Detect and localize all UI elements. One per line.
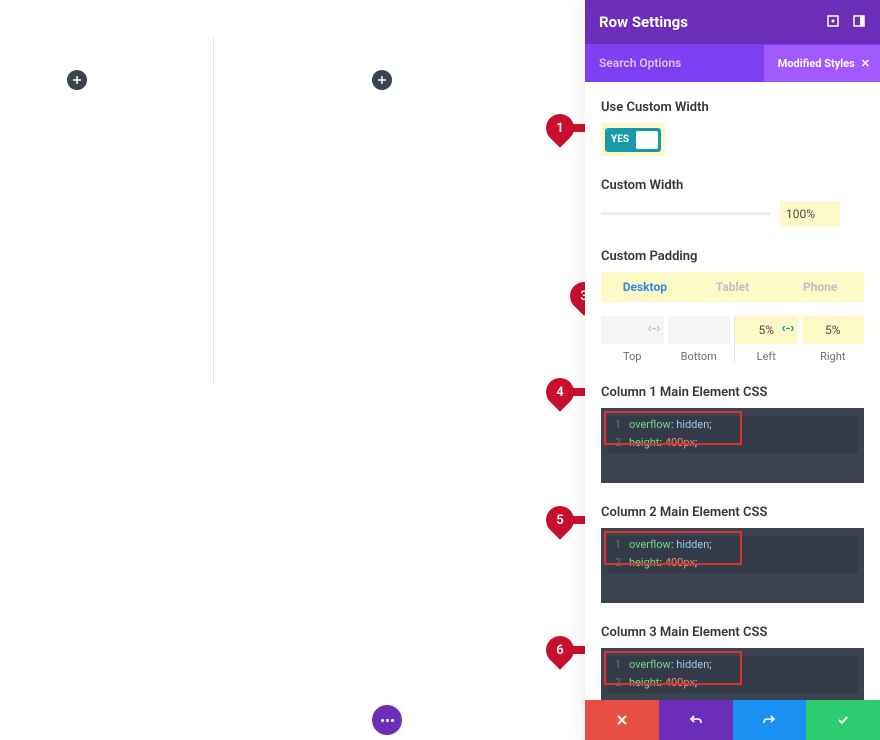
callout-marker: 6 <box>546 636 590 664</box>
padding-side-label: Top <box>601 350 664 363</box>
callout-marker: 1 <box>546 114 590 142</box>
redo-button[interactable] <box>733 700 807 740</box>
plus-icon <box>377 75 387 85</box>
setting-label: Column 2 Main Element CSS <box>601 505 864 520</box>
setting-custom-padding: Custom Padding Desktop Tablet Phone Top … <box>601 249 864 363</box>
col3-css-editor[interactable]: 1overflow: hidden; 2height: 400px; <box>601 648 864 701</box>
padding-bottom-input[interactable] <box>668 316 731 344</box>
padding-side-label: Right <box>802 350 865 363</box>
padding-left-input[interactable]: 5% <box>735 316 798 344</box>
setting-col1-css: Column 1 Main Element CSS 1overflow: hid… <box>601 385 864 483</box>
expand-icon[interactable] <box>826 13 840 32</box>
custom-width-slider[interactable] <box>601 212 770 215</box>
callout-marker: 5 <box>546 506 590 534</box>
col1-css-editor[interactable]: 1overflow: hidden; 2height: 400px; <box>601 408 864 483</box>
panel-footer <box>585 700 880 740</box>
check-icon <box>836 713 850 727</box>
undo-button[interactable] <box>659 700 733 740</box>
add-module-button[interactable] <box>67 70 87 90</box>
setting-custom-width: Custom Width 100% <box>601 178 864 227</box>
setting-label: Use Custom Width <box>601 100 864 115</box>
setting-label: Custom Width <box>601 178 864 193</box>
modified-styles-filter[interactable]: Modified Styles ✕ <box>764 45 880 82</box>
padding-top-input[interactable] <box>601 316 664 344</box>
panel-subbar: Search Options Modified Styles ✕ <box>585 44 880 82</box>
link-icon[interactable] <box>782 322 794 337</box>
builder-canvas <box>0 0 580 740</box>
link-icon[interactable] <box>648 322 660 337</box>
setting-label: Column 1 Main Element CSS <box>601 385 864 400</box>
tab-phone[interactable]: Phone <box>776 272 864 302</box>
column-divider <box>213 38 214 383</box>
responsive-tabs: Desktop Tablet Phone <box>601 272 864 302</box>
setting-use-custom-width: Use Custom Width YES <box>601 100 864 156</box>
close-icon[interactable]: ✕ <box>861 57 870 70</box>
col2-css-editor[interactable]: 1overflow: hidden; 2height: 400px; <box>601 528 864 603</box>
tab-desktop[interactable]: Desktop <box>601 272 689 302</box>
snap-right-icon[interactable] <box>852 13 866 32</box>
search-options-label[interactable]: Search Options <box>599 56 681 70</box>
save-button[interactable] <box>806 700 880 740</box>
custom-width-input[interactable]: 100% <box>780 201 840 227</box>
panel-body: Use Custom Width YES Custom Width 100% C… <box>585 82 880 700</box>
setting-col2-css: Column 2 Main Element CSS 1overflow: hid… <box>601 505 864 603</box>
callout-number: 5 <box>546 506 574 534</box>
plus-icon <box>72 75 82 85</box>
setting-label: Column 3 Main Element CSS <box>601 625 864 640</box>
toggle-use-custom-width[interactable]: YES <box>605 128 661 152</box>
tab-tablet[interactable]: Tablet <box>689 272 777 302</box>
callout-number: 4 <box>546 378 574 406</box>
close-icon <box>615 713 629 727</box>
add-module-button[interactable] <box>372 70 392 90</box>
callout-marker: 4 <box>546 378 590 406</box>
panel-title: Row Settings <box>599 13 688 31</box>
undo-icon <box>689 713 703 727</box>
redo-icon <box>762 713 776 727</box>
callout-number: 1 <box>546 114 574 142</box>
panel-header: Row Settings <box>585 0 880 44</box>
settings-panel: Row Settings Search Options Modified Sty… <box>585 0 880 740</box>
setting-label: Custom Padding <box>601 249 864 264</box>
padding-side-label: Left <box>735 350 798 363</box>
page-settings-fab[interactable] <box>372 705 402 735</box>
setting-col3-css: Column 3 Main Element CSS 1overflow: hid… <box>601 625 864 701</box>
padding-right-input[interactable]: 5% <box>802 316 865 344</box>
padding-side-label: Bottom <box>668 350 731 363</box>
callout-number: 6 <box>546 636 574 664</box>
cancel-button[interactable] <box>585 700 659 740</box>
dots-icon <box>381 719 384 722</box>
